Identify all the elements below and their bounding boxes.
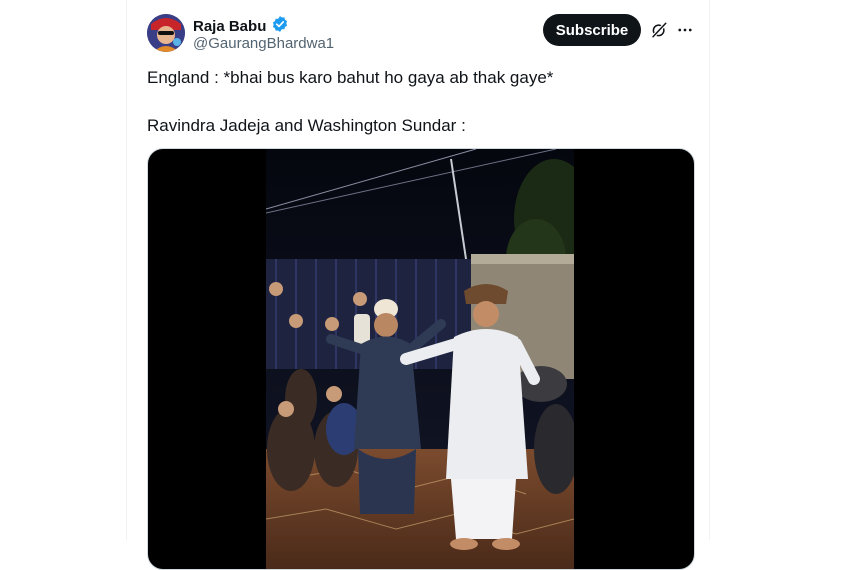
left-column-divider: [126, 0, 127, 540]
tweet-text-line-1: England : *bhai bus karo bahut ho gaya a…: [147, 68, 554, 87]
avatar[interactable]: [147, 14, 185, 52]
right-column-divider: [709, 0, 710, 540]
author-display-name[interactable]: Raja Babu: [193, 18, 266, 36]
author-handle[interactable]: @GaurangBhardwa1: [193, 35, 334, 52]
more-options-icon[interactable]: [674, 19, 696, 41]
tweet-text-line-2: Ravindra Jadeja and Washington Sundar :: [147, 116, 466, 135]
video-frame: [266, 149, 574, 569]
subscribe-button[interactable]: Subscribe: [543, 14, 641, 46]
tweet-video[interactable]: [147, 148, 695, 570]
grok-icon[interactable]: [648, 19, 670, 41]
